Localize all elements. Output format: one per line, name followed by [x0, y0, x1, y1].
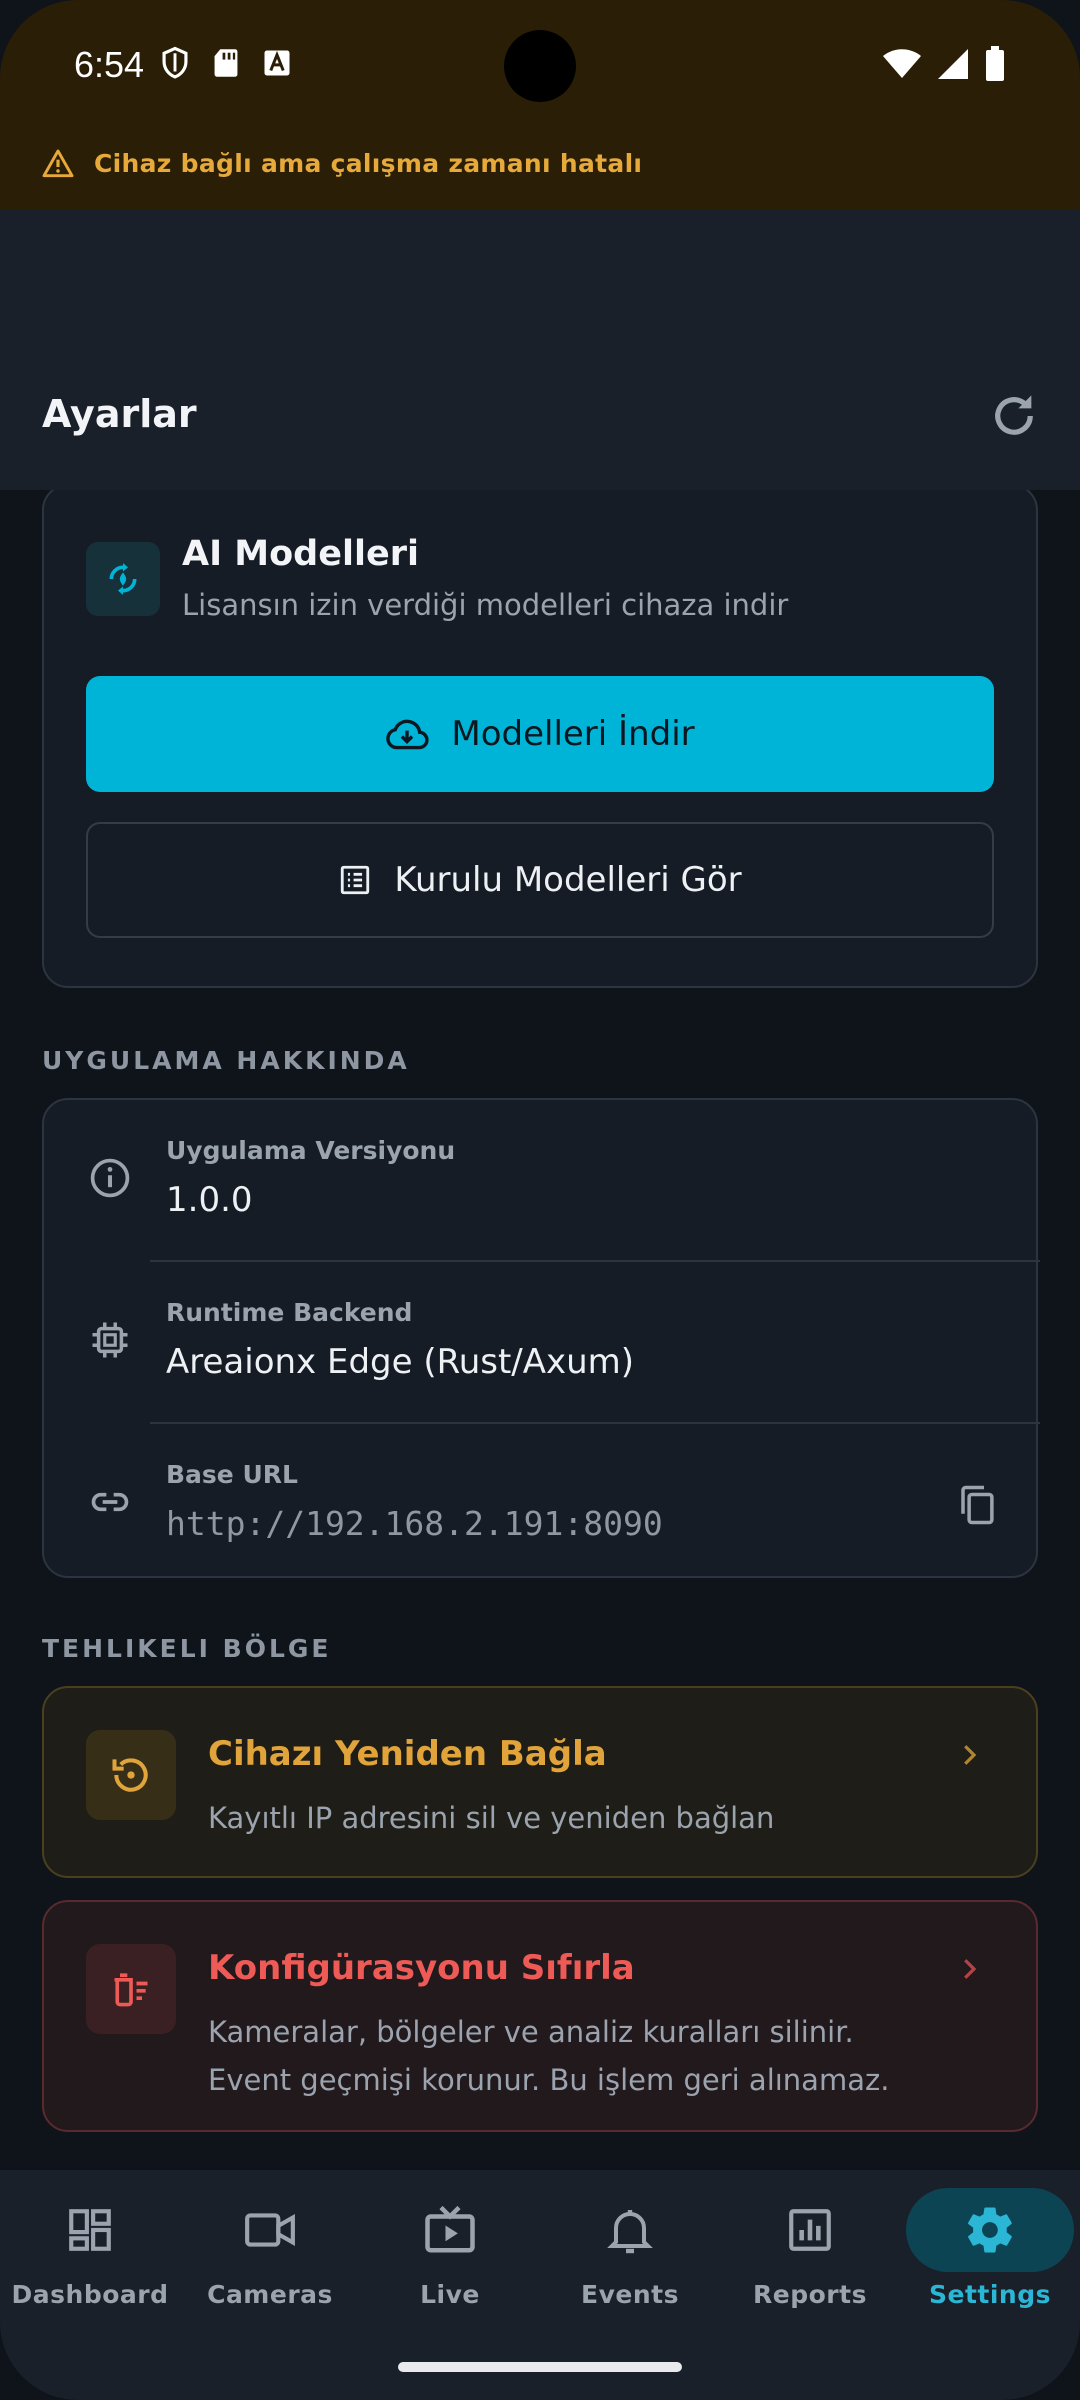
nav-dashboard[interactable]: Dashboard — [0, 2188, 180, 2348]
nav-reports[interactable]: Reports — [720, 2188, 900, 2348]
dashboard-icon — [30, 2188, 150, 2272]
about-card: Uygulama Versiyonu 1.0.0 Runtime Backend… — [42, 1098, 1040, 1578]
ai-models-title: AI Modelleri — [182, 534, 419, 574]
copy-url-button[interactable] — [952, 1480, 1002, 1530]
nav-label: Events — [581, 2280, 679, 2309]
camera-icon — [210, 2188, 330, 2272]
reconnect-device-card[interactable]: Cihazı Yeniden Bağla Kayıtlı IP adresini… — [42, 1686, 1038, 1878]
page-title: Ayarlar — [42, 392, 197, 436]
runtime-backend-row: Runtime Backend Areaionx Edge (Rust/Axum… — [44, 1262, 1040, 1422]
app-version-row: Uygulama Versiyonu 1.0.0 — [44, 1100, 1040, 1260]
bar-chart-icon — [750, 2188, 870, 2272]
ai-models-icon-box — [86, 542, 160, 616]
chevron-right-icon — [964, 1745, 977, 1765]
app-version-value: 1.0.0 — [166, 1180, 253, 1220]
installed-models-label: Kurulu Modelleri Gör — [394, 860, 742, 900]
refresh-button[interactable] — [982, 384, 1046, 448]
nav-cameras[interactable]: Cameras — [180, 2188, 360, 2348]
reconnect-icon-box — [86, 1730, 176, 1820]
reconnect-title: Cihazı Yeniden Bağla — [208, 1734, 607, 1774]
installed-models-button[interactable]: Kurulu Modelleri Gör — [86, 822, 994, 938]
warning-icon — [42, 149, 74, 178]
delete-sweep-icon — [114, 1973, 148, 2007]
app-bar: Ayarlar — [0, 210, 1080, 490]
settings-content[interactable]: AI Modelleri Lisansın izin verdiği model… — [0, 490, 1080, 2170]
reset-config-card[interactable]: Konfigürasyonu Sıfırla Kameralar, bölgel… — [42, 1900, 1038, 2132]
reset-description: Kameralar, bölgeler ve analiz kuralları … — [208, 2008, 968, 2104]
gear-icon — [906, 2188, 1074, 2272]
font-a-icon — [264, 50, 290, 76]
nav-live[interactable]: Live — [360, 2188, 540, 2348]
status-time: 6:54 — [74, 44, 145, 85]
home-indicator[interactable] — [398, 2362, 682, 2372]
cpu-icon — [88, 1318, 132, 1362]
settings-screen: 6:54 Cihaz bağlı ama çalışma zamanı hata… — [0, 0, 1080, 2400]
reconnect-icon — [112, 1758, 148, 1792]
runtime-backend-value: Areaionx Edge (Rust/Axum) — [166, 1342, 635, 1382]
wifi-icon — [883, 49, 921, 78]
ai-sync-icon — [109, 563, 137, 595]
camera-cutout — [504, 30, 576, 102]
reset-title: Konfigürasyonu Sıfırla — [208, 1948, 635, 1988]
nav-label: Cameras — [207, 2280, 333, 2309]
nav-label: Live — [420, 2280, 480, 2309]
refresh-icon — [995, 395, 1033, 435]
cloud-download-icon — [386, 719, 429, 750]
live-tv-icon — [390, 2188, 510, 2272]
reset-icon-box — [86, 1944, 176, 2034]
app-version-label: Uygulama Versiyonu — [166, 1136, 456, 1165]
status-bar: 6:54 — [0, 0, 1080, 132]
nav-settings[interactable]: Settings — [900, 2188, 1080, 2348]
link-icon — [88, 1480, 132, 1524]
status-area: 6:54 Cihaz bağlı ama çalışma zamanı hata… — [0, 0, 1080, 210]
nav-events[interactable]: Events — [540, 2188, 720, 2348]
nav-label: Reports — [753, 2280, 867, 2309]
ai-models-card: AI Modelleri Lisansın izin verdiği model… — [42, 490, 1038, 988]
signal-icon — [938, 49, 968, 79]
copy-icon — [961, 1485, 994, 1525]
download-models-button[interactable]: Modelleri İndir — [86, 676, 994, 792]
reset-description-line: Event geçmişi korunur. Bu işlem geri alı… — [208, 2063, 890, 2097]
runtime-warning-banner: Cihaz bağlı ama çalışma zamanı hatalı — [42, 148, 642, 178]
info-icon — [88, 1156, 132, 1200]
bell-icon — [570, 2188, 690, 2272]
sd-card-icon — [214, 49, 238, 77]
reset-description-line: Kameralar, bölgeler ve analiz kuralları … — [208, 2015, 854, 2049]
list-icon — [341, 865, 370, 895]
shield-icon — [162, 46, 188, 79]
status-icons-right — [882, 46, 1006, 82]
base-url-row: Base URL http://192.168.2.191:8090 — [44, 1424, 1040, 1584]
status-icons-left — [160, 46, 292, 80]
chevron-right-icon — [964, 1959, 977, 1979]
nav-label: Settings — [928, 2280, 1051, 2309]
nav-label: Dashboard — [11, 2280, 169, 2309]
battery-icon — [986, 46, 1004, 81]
download-models-label: Modelleri İndir — [451, 714, 695, 754]
ai-models-subtitle: Lisansın izin verdiği modelleri cihaza i… — [182, 588, 789, 622]
danger-section-title: TEHLIKELI BÖLGE — [42, 1634, 332, 1663]
reconnect-description: Kayıtlı IP adresini sil ve yeniden bağla… — [208, 1801, 775, 1835]
base-url-value: http://192.168.2.191:8090 — [166, 1504, 663, 1543]
runtime-backend-label: Runtime Backend — [166, 1298, 413, 1327]
about-section-title: UYGULAMA HAKKINDA — [42, 1046, 410, 1075]
base-url-label: Base URL — [166, 1460, 298, 1489]
warning-text: Cihaz bağlı ama çalışma zamanı hatalı — [94, 148, 643, 178]
